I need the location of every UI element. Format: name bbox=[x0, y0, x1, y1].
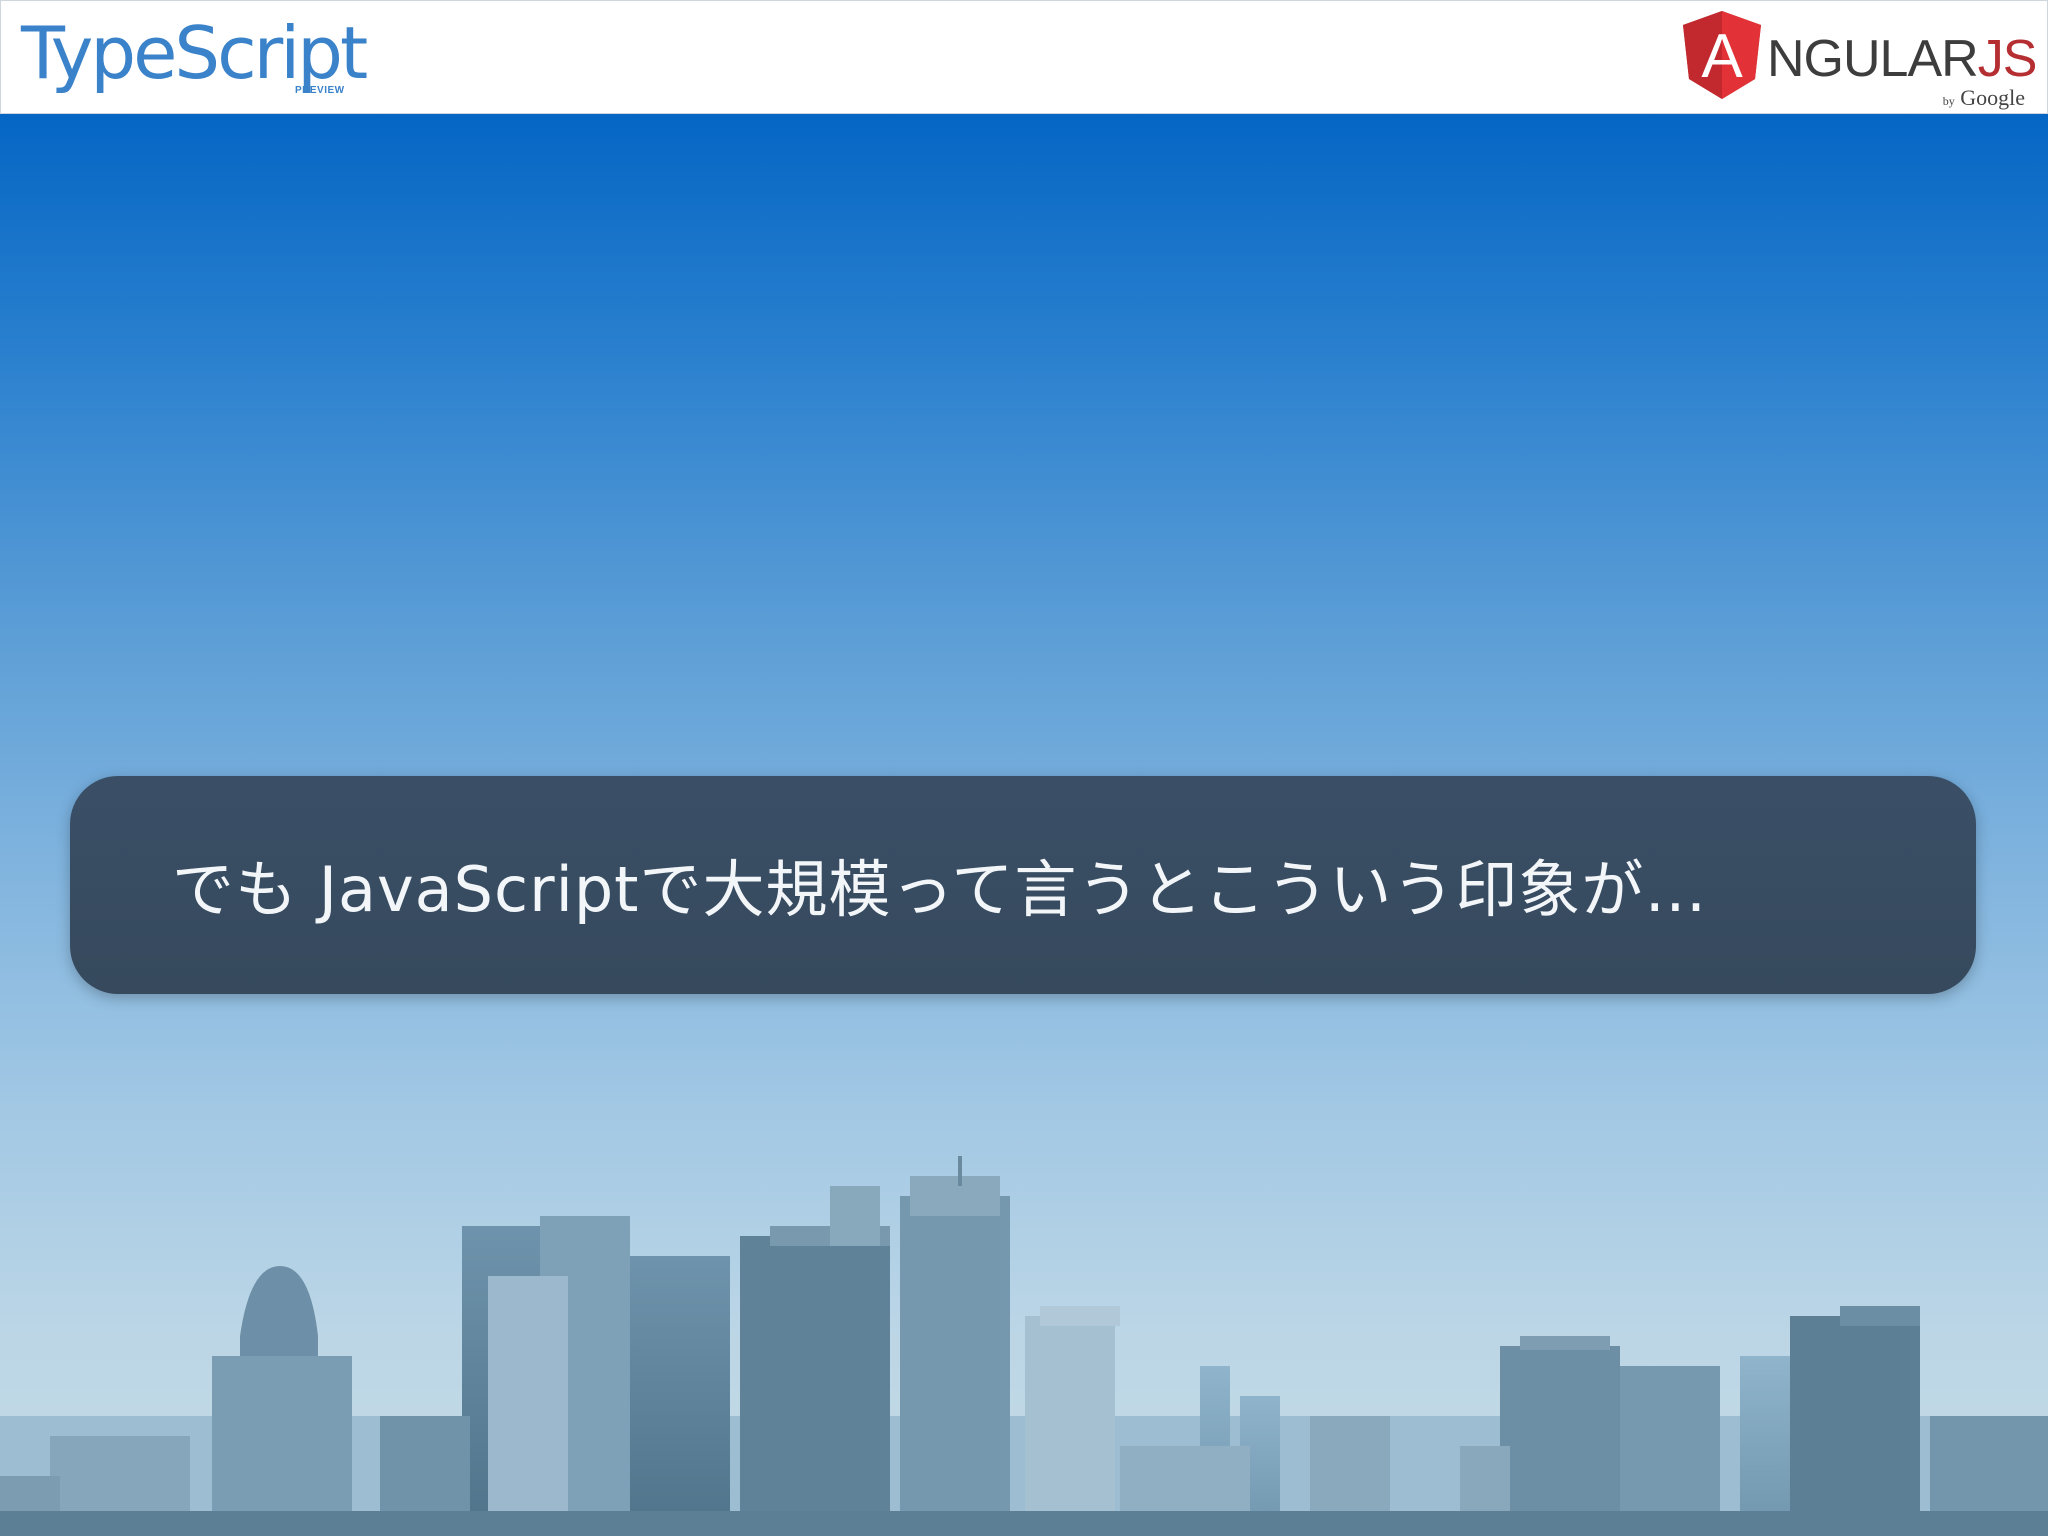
angularjs-wordmark: NGULARJS bbox=[1767, 29, 2038, 89]
slide-background: でも JavaScriptで大規模って言うとこういう印象が… bbox=[0, 114, 2048, 1536]
typescript-logo: TypeScript PREVIEW bbox=[21, 11, 368, 101]
city-skyline-image bbox=[0, 1156, 2048, 1536]
angularjs-wordmark-text: NGULAR bbox=[1767, 30, 1979, 88]
angularjs-byline-company: Google bbox=[1960, 85, 2025, 110]
caption-bubble: でも JavaScriptで大規模って言うとこういう印象が… bbox=[70, 776, 1976, 994]
angularjs-logo: A NGULARJS by Google bbox=[1681, 9, 2037, 111]
angularjs-shield-letter: A bbox=[1701, 22, 1743, 91]
typescript-logo-subtitle: PREVIEW bbox=[295, 85, 345, 96]
angularjs-byline: by Google bbox=[1943, 85, 2025, 111]
typescript-logo-title: TypeScript bbox=[21, 11, 368, 95]
angularjs-byline-by: by bbox=[1942, 94, 1955, 108]
caption-text: でも JavaScriptで大規模って言うとこういう印象が… bbox=[172, 853, 1708, 926]
slide-header: TypeScript PREVIEW A NGULARJS by Google bbox=[0, 0, 2048, 114]
angularjs-shield-icon: A bbox=[1683, 11, 1761, 99]
angularjs-wordmark-suffix: JS bbox=[1977, 30, 2038, 88]
